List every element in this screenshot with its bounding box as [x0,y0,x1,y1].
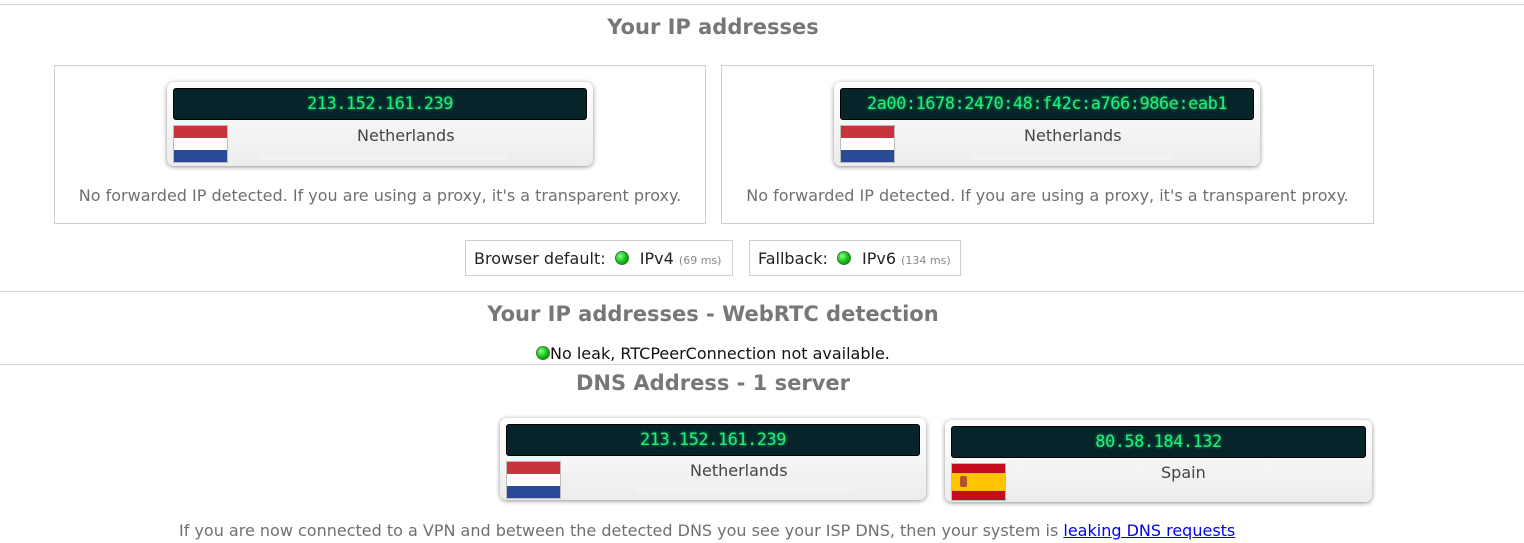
status-ok-icon [614,251,629,265]
ip-address-display: 213.152.161.239 [173,88,587,120]
redacted-isp [636,486,850,492]
fallback-box: Fallback: IPv6 (134 ms) [749,240,961,276]
dns-leak-note-text: If you are now connected to a VPN and be… [179,521,1059,540]
nl-flag-icon [840,125,895,163]
webrtc-section-title: Your IP addresses - WebRTC detection [487,302,939,326]
fallback-label: Fallback: [758,249,828,268]
es-flag-icon [951,463,1006,501]
ip-card-ipv6: 2a00:1678:2470:48:f42c:a766:986e:eab1 Ne… [834,82,1260,166]
forwarded-ip-note: No forwarded IP detected. If you are usi… [746,186,1349,205]
dns-ip-display: 80.58.184.132 [951,426,1366,458]
country-label: Netherlands [690,461,788,480]
status-ok-icon [536,346,550,360]
dns-section-title: DNS Address - 1 server [575,371,850,395]
fallback-latency: (134 ms) [901,254,951,267]
status-ok-icon [836,251,851,265]
top-divider [0,4,1524,5]
dns-ip-display: 213.152.161.239 [506,424,920,456]
country-label: Netherlands [357,126,455,145]
ip-section-title: Your IP addresses [607,15,819,39]
browser-default-box: Browser default: IPv4 (69 ms) [465,240,733,276]
leaking-dns-link[interactable]: leaking DNS requests [1063,521,1235,540]
dns-leak-note: If you are now connected to a VPN and be… [179,521,1235,540]
nl-flag-icon [506,461,561,499]
dns-divider [0,364,1524,365]
ip-panel-ipv4: 213.152.161.239 Netherlands No forwarded… [54,65,706,224]
country-label: Netherlands [1024,126,1122,145]
dns-card-2: 80.58.184.132 Spain [945,420,1372,502]
browser-default-protocol: IPv4 [639,249,674,268]
redacted-isp [257,154,507,160]
forwarded-ip-note: No forwarded IP detected. If you are usi… [78,186,682,205]
fallback-protocol: IPv6 [862,249,897,268]
browser-default-label: Browser default: [474,249,606,268]
nl-flag-icon [173,125,228,163]
webrtc-status: No leak, RTCPeerConnection not available… [536,344,890,363]
country-label: Spain [1161,463,1206,482]
webrtc-divider [0,291,1524,292]
ip-panel-ipv6: 2a00:1678:2470:48:f42c:a766:986e:eab1 Ne… [721,65,1374,224]
browser-default-latency: (69 ms) [678,254,722,267]
ip-card-ipv4: 213.152.161.239 Netherlands [167,82,593,166]
ip-address-display: 2a00:1678:2470:48:f42c:a766:986e:eab1 [840,88,1254,120]
dns-card-1: 213.152.161.239 Netherlands [500,418,926,500]
webrtc-status-text: No leak, RTCPeerConnection not available… [550,344,890,363]
redacted-isp [970,154,1175,160]
